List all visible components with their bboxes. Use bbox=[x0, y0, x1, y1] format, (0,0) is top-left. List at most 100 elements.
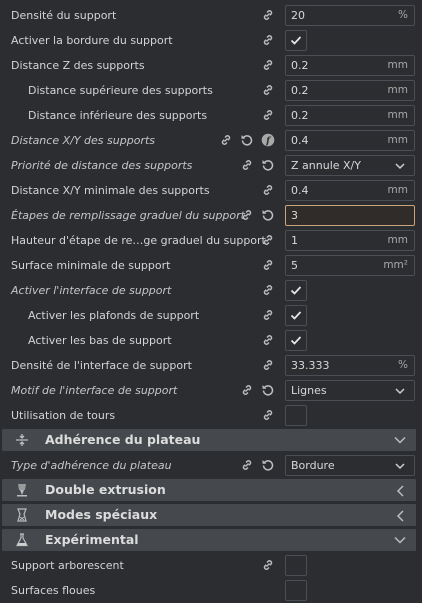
setting-min-support-xy-distance: Distance X/Y minimale des supports 0.4 m… bbox=[0, 178, 422, 203]
formula-icon[interactable]: f bbox=[261, 133, 275, 147]
setting-label: Distance supérieure des supports bbox=[28, 84, 213, 97]
chevron-down-icon bbox=[394, 385, 406, 400]
support-bottom-distance-input[interactable]: 0.2 mm bbox=[285, 105, 415, 126]
link-icon[interactable] bbox=[261, 558, 275, 572]
field-unit: mm bbox=[387, 184, 408, 196]
chevron-left-icon bbox=[396, 510, 406, 525]
chevron-down-icon bbox=[394, 535, 406, 548]
field-value: Lignes bbox=[291, 384, 327, 397]
field-unit: mm bbox=[387, 59, 408, 71]
support-xy-distance-input[interactable]: 0.4 mm bbox=[285, 130, 415, 151]
setting-label: Utilisation de tours bbox=[11, 409, 116, 422]
setting-label: Activer l'interface de support bbox=[11, 284, 172, 297]
section-experimental[interactable]: Expérimental bbox=[2, 529, 416, 551]
setting-label: Densité du support bbox=[11, 9, 117, 22]
minimum-support-area-input[interactable]: 5 mm² bbox=[285, 255, 415, 276]
link-icon[interactable] bbox=[240, 383, 254, 397]
link-icon[interactable] bbox=[261, 358, 275, 372]
special-modes-icon bbox=[15, 508, 29, 525]
link-icon[interactable] bbox=[261, 83, 275, 97]
field-value: 0.2 bbox=[291, 59, 309, 72]
setting-label: Activer les bas de support bbox=[28, 334, 172, 347]
link-icon[interactable] bbox=[261, 183, 275, 197]
section-title: Adhérence du plateau bbox=[45, 432, 201, 447]
link-icon[interactable] bbox=[261, 258, 275, 272]
field-value: Bordure bbox=[291, 459, 335, 472]
section-title: Expérimental bbox=[45, 532, 139, 547]
setting-use-towers: Utilisation de tours bbox=[0, 403, 422, 428]
setting-label: Distance X/Y des supports bbox=[11, 134, 155, 147]
gradual-infill-step-height-input[interactable]: 1 mm bbox=[285, 230, 415, 251]
gradual-support-infill-steps-input[interactable]: 3 bbox=[285, 205, 415, 226]
field-value: 5 bbox=[291, 259, 298, 272]
link-icon[interactable] bbox=[240, 458, 254, 472]
link-icon[interactable] bbox=[261, 8, 275, 22]
field-unit: % bbox=[398, 359, 408, 371]
link-icon[interactable] bbox=[261, 408, 275, 422]
link-icon[interactable] bbox=[261, 233, 275, 247]
setting-support-brim: Activer la bordure du support bbox=[0, 28, 422, 53]
setting-enable-support-floor: Activer les bas de support bbox=[0, 328, 422, 353]
link-icon[interactable] bbox=[261, 58, 275, 72]
link-icon[interactable] bbox=[261, 108, 275, 122]
enable-support-interface-checkbox[interactable] bbox=[285, 280, 307, 301]
reset-icon[interactable] bbox=[240, 133, 254, 147]
section-dual-extrusion[interactable]: Double extrusion bbox=[2, 479, 416, 501]
setting-label: Activer la bordure du support bbox=[11, 34, 173, 47]
setting-support-interface-pattern: Motif de l'interface de support Lignes bbox=[0, 378, 422, 403]
chevron-down-icon bbox=[394, 160, 406, 175]
chevron-down-icon bbox=[394, 460, 406, 475]
field-value: Z annule X/Y bbox=[291, 159, 361, 172]
setting-label: Surface minimale de support bbox=[11, 259, 171, 272]
min-support-xy-distance-input[interactable]: 0.4 mm bbox=[285, 180, 415, 201]
setting-support-top-distance: Distance supérieure des supports 0.2 mm bbox=[0, 78, 422, 103]
field-value: 0.4 bbox=[291, 184, 309, 197]
field-unit: mm bbox=[387, 234, 408, 246]
plate-adhesion-icon bbox=[15, 433, 29, 450]
link-icon[interactable] bbox=[240, 208, 254, 222]
support-density-input[interactable]: 20 % bbox=[285, 5, 415, 26]
section-title: Modes spéciaux bbox=[45, 507, 158, 522]
section-special-modes[interactable]: Modes spéciaux bbox=[2, 504, 416, 526]
support-top-distance-input[interactable]: 0.2 mm bbox=[285, 80, 415, 101]
field-value: 20 bbox=[291, 9, 305, 22]
setting-support-bottom-distance: Distance inférieure des supports 0.2 mm bbox=[0, 103, 422, 128]
reset-icon[interactable] bbox=[261, 383, 275, 397]
setting-gradual-infill-step-height: Hauteur d'étape de re…ge graduel du supp… bbox=[0, 228, 422, 253]
field-unit: mm bbox=[387, 109, 408, 121]
link-icon[interactable] bbox=[261, 33, 275, 47]
use-towers-checkbox[interactable] bbox=[285, 405, 307, 426]
field-value: 0.4 bbox=[291, 134, 309, 147]
support-z-distance-input[interactable]: 0.2 mm bbox=[285, 55, 415, 76]
field-unit: mm bbox=[387, 134, 408, 146]
link-icon[interactable] bbox=[261, 283, 275, 297]
tree-support-checkbox[interactable] bbox=[285, 555, 307, 576]
enable-support-floor-checkbox[interactable] bbox=[285, 330, 307, 351]
link-icon[interactable] bbox=[261, 308, 275, 322]
section-build-plate-adhesion[interactable]: Adhérence du plateau bbox=[2, 429, 416, 451]
support-distance-priority-select[interactable]: Z annule X/Y bbox=[285, 155, 415, 176]
link-icon[interactable] bbox=[219, 133, 233, 147]
setting-label: Surfaces floues bbox=[11, 584, 96, 597]
chevron-left-icon bbox=[396, 485, 406, 500]
adhesion-type-select[interactable]: Bordure bbox=[285, 455, 415, 476]
support-interface-density-input[interactable]: 33.333 % bbox=[285, 355, 415, 376]
link-icon[interactable] bbox=[240, 158, 254, 172]
setting-adhesion-type: Type d'adhérence du plateau Bordure bbox=[0, 453, 422, 478]
field-value: 1 bbox=[291, 234, 298, 247]
setting-support-distance-priority: Priorité de distance des supports Z annu… bbox=[0, 153, 422, 178]
fuzzy-skin-checkbox[interactable] bbox=[285, 580, 307, 601]
setting-label: Distance inférieure des supports bbox=[28, 109, 208, 122]
setting-label: Motif de l'interface de support bbox=[11, 384, 178, 397]
setting-enable-support-interface: Activer l'interface de support bbox=[0, 278, 422, 303]
reset-icon[interactable] bbox=[261, 208, 275, 222]
setting-label: Priorité de distance des supports bbox=[11, 159, 193, 172]
enable-support-roof-checkbox[interactable] bbox=[285, 305, 307, 326]
link-icon[interactable] bbox=[261, 333, 275, 347]
reset-icon[interactable] bbox=[261, 458, 275, 472]
support-brim-checkbox[interactable] bbox=[285, 30, 307, 51]
reset-icon[interactable] bbox=[261, 158, 275, 172]
setting-support-density: Densité du support 20 % bbox=[0, 3, 422, 28]
field-value: 3 bbox=[291, 209, 298, 222]
support-interface-pattern-select[interactable]: Lignes bbox=[285, 380, 415, 401]
